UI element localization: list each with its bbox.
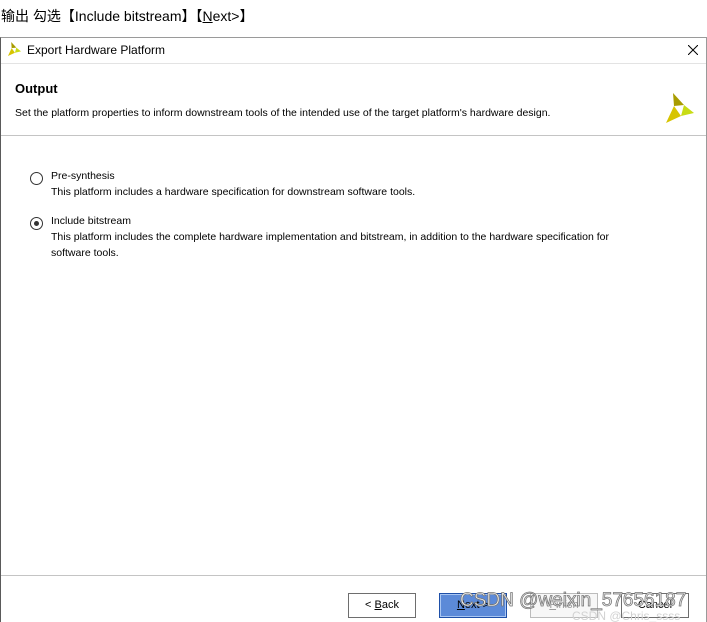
dialog-title: Export Hardware Platform [27, 43, 166, 57]
page-title: Output [15, 81, 58, 96]
option-description: This platform includes the complete hard… [51, 231, 609, 243]
caption-prefix: 输出 勾选【Include bitstream】【 [1, 8, 203, 24]
radio-pre-synthesis[interactable] [30, 172, 43, 185]
button-label-mnemonic: B [374, 599, 382, 611]
option-description: This platform includes a hardware specif… [51, 186, 416, 198]
back-button[interactable]: < Back [348, 593, 416, 618]
screenshot-canvas: 输出 勾选【Include bitstream】【Next>】 Export H… [0, 0, 707, 622]
vivado-logo-icon [664, 93, 694, 123]
watermark-secondary: CSDN @Chris_ssss [572, 609, 681, 622]
radio-dot [34, 221, 39, 226]
title-bar[interactable]: Export Hardware Platform [1, 38, 706, 64]
vivado-logo-svg [666, 93, 694, 123]
caption-mnemonic: N [202, 8, 213, 24]
page-subtitle: Set the platform properties to inform do… [15, 107, 551, 119]
caption-text: 输出 勾选【Include bitstream】【Next>】 [1, 7, 253, 25]
option-label: Include bitstream [51, 215, 131, 227]
radio-include-bitstream[interactable] [30, 217, 43, 230]
option-description: software tools. [51, 247, 119, 259]
caption-suffix: ext>】 [212, 8, 254, 24]
close-button[interactable] [682, 40, 704, 60]
vivado-logo-svg [7, 42, 21, 56]
wizard-header: Output Set the platform properties to in… [1, 64, 706, 136]
button-label-pre: < [365, 599, 375, 611]
option-include-bitstream[interactable]: Include bitstream This platform includes… [1, 211, 681, 266]
close-icon [688, 45, 698, 55]
output-options-panel: Pre-synthesis This platform includes a h… [1, 136, 706, 575]
button-label-post: ack [381, 599, 399, 611]
export-hardware-platform-dialog: Export Hardware Platform Output Set the … [0, 37, 707, 622]
option-label: Pre-synthesis [51, 170, 115, 182]
vivado-logo-icon [7, 42, 21, 56]
option-pre-synthesis[interactable]: Pre-synthesis This platform includes a h… [1, 166, 681, 204]
